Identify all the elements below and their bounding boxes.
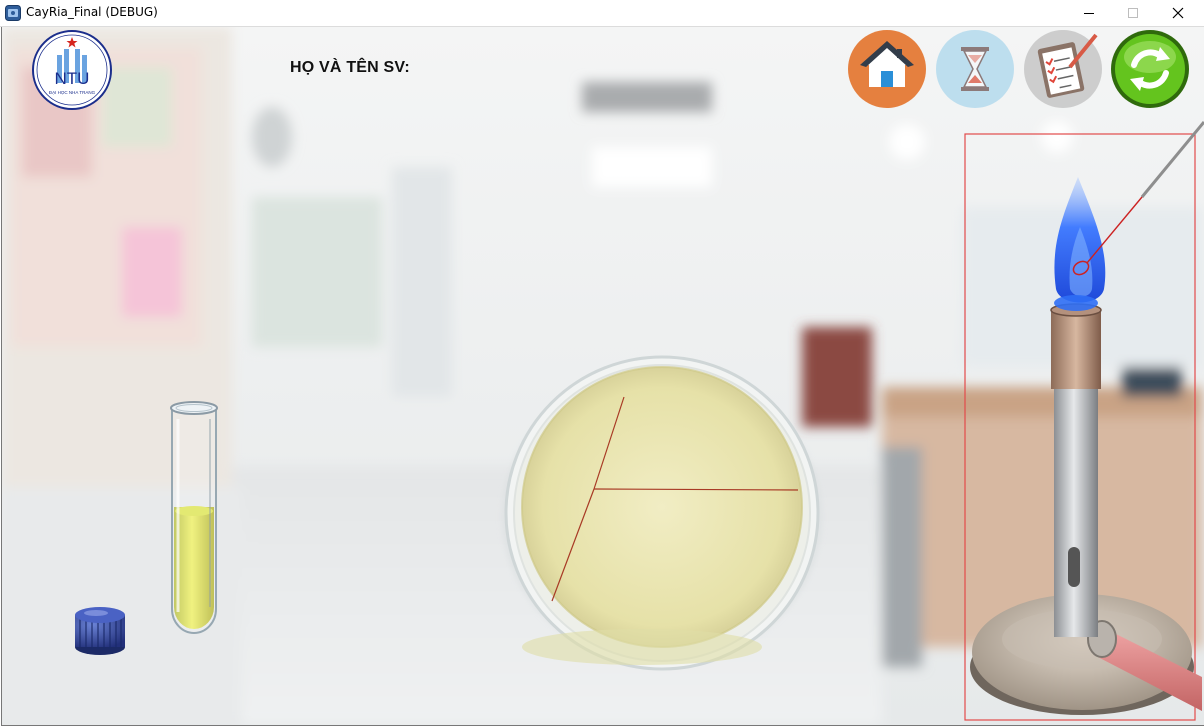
- close-icon: [1172, 7, 1184, 19]
- test-tube[interactable]: [170, 401, 218, 634]
- logo-text: NTU: [55, 69, 90, 88]
- refresh-button[interactable]: [1111, 30, 1189, 108]
- home-button[interactable]: [848, 30, 926, 108]
- app-icon: [5, 5, 21, 21]
- timer-button[interactable]: [936, 30, 1014, 108]
- window-titlebar: CayRia_Final (DEBUG): [0, 0, 1204, 27]
- window-title: CayRia_Final (DEBUG): [26, 5, 158, 19]
- minimize-button[interactable]: [1066, 0, 1112, 26]
- checklist-button[interactable]: [1024, 30, 1102, 108]
- petri-dish[interactable]: [502, 355, 822, 671]
- maximize-icon: [1128, 8, 1138, 18]
- close-button[interactable]: [1155, 0, 1201, 26]
- tube-cap[interactable]: [75, 607, 125, 655]
- ntu-logo: NTU ĐẠI HỌC NHA TRANG: [32, 30, 112, 110]
- lab-background: NTU ĐẠI HỌC NHA TRANG: [2, 27, 1204, 725]
- game-scene: NTU ĐẠI HỌC NHA TRANG HỌ VÀ TÊN SV:: [1, 27, 1204, 726]
- maximize-button[interactable]: [1110, 0, 1156, 26]
- logo-subtitle: ĐẠI HỌC NHA TRANG: [49, 90, 96, 95]
- student-name-label: HỌ VÀ TÊN SV:: [290, 59, 410, 76]
- minimize-icon: [1084, 13, 1094, 14]
